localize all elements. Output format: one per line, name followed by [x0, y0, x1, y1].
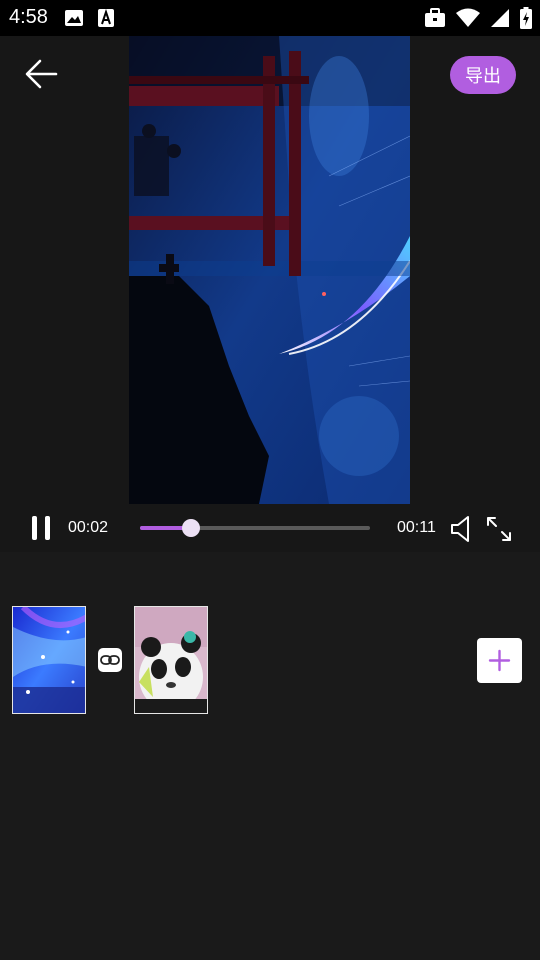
playback-controls: 00:02 00:11	[0, 504, 540, 552]
fullscreen-button[interactable]	[485, 515, 513, 543]
starry-sky-thumbnail	[13, 607, 85, 713]
panda-thumbnail	[135, 607, 207, 713]
add-clip-button[interactable]	[477, 638, 522, 683]
status-time: 4:58	[9, 6, 48, 28]
status-bar: 4:58	[0, 0, 540, 36]
current-time: 00:02	[68, 519, 109, 536]
clip-timeline	[0, 552, 540, 960]
video-preview[interactable]	[129, 36, 410, 504]
video-frame-image	[129, 36, 410, 504]
image-icon	[64, 8, 84, 28]
seek-thumb[interactable]	[181, 519, 200, 537]
pause-button[interactable]	[30, 516, 52, 540]
link-icon	[100, 655, 120, 665]
signal-icon	[490, 8, 510, 28]
battery-icon	[520, 7, 532, 29]
fullscreen-icon	[487, 517, 511, 541]
link-clips-button[interactable]	[98, 648, 122, 672]
wifi-icon	[456, 8, 480, 28]
status-right-icons	[424, 7, 532, 29]
total-time: 00:11	[397, 519, 436, 536]
clip-thumbnail-2[interactable]	[134, 606, 208, 714]
plus-icon	[488, 649, 511, 672]
export-button[interactable]: 导出	[450, 56, 516, 94]
volume-icon	[451, 516, 469, 542]
volume-button[interactable]	[450, 515, 474, 543]
seek-bar[interactable]	[140, 519, 370, 537]
clip-thumbnail-1[interactable]	[12, 606, 86, 714]
arrow-left-icon	[25, 59, 58, 89]
preview-area: 导出	[0, 36, 540, 552]
briefcase-icon	[424, 8, 446, 28]
back-button[interactable]	[22, 56, 62, 92]
status-left-icons	[64, 8, 116, 28]
a-badge-icon	[96, 8, 116, 28]
